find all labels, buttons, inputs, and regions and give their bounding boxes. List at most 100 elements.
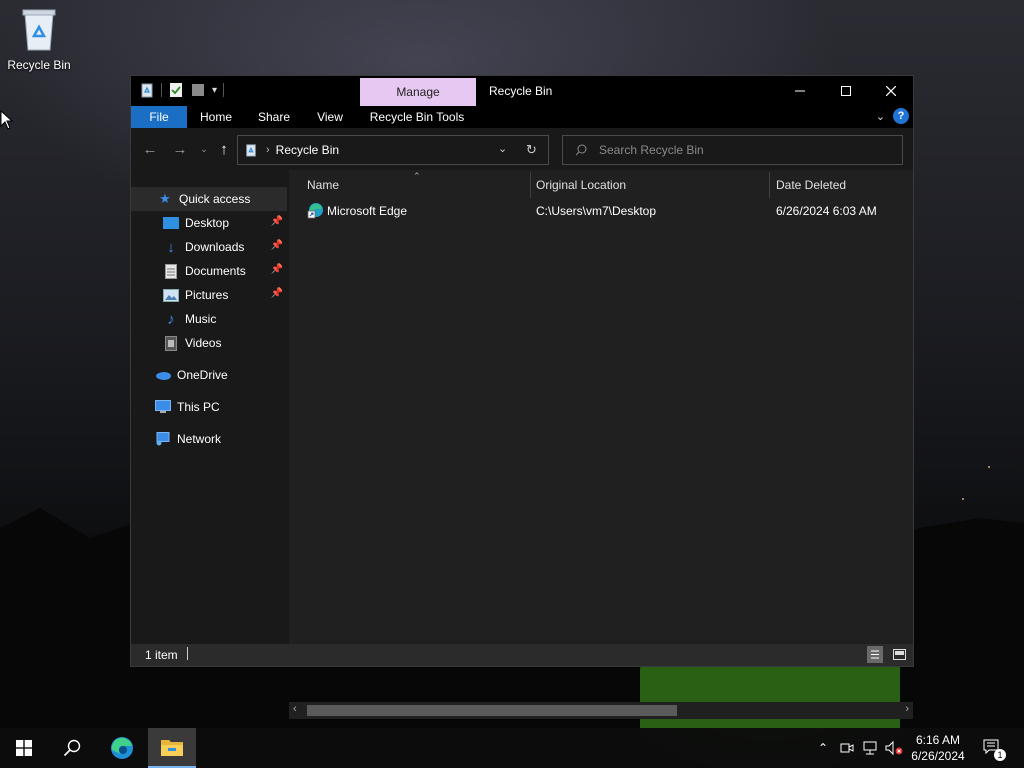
- camera-icon: [840, 743, 854, 753]
- sidebar-item-network[interactable]: Network: [131, 427, 287, 451]
- system-clock[interactable]: 6:16 AM 6/26/2024: [906, 732, 970, 764]
- meet-now-button[interactable]: [838, 728, 856, 768]
- recycle-bin-desktop-icon[interactable]: Recycle Bin: [4, 6, 74, 72]
- details-view-button[interactable]: [867, 646, 883, 663]
- taskbar: ⌃ 6:16 AM 6/26/2024 1: [0, 728, 1024, 768]
- sidebar-item-label: Network: [177, 432, 222, 446]
- help-icon[interactable]: ?: [893, 108, 909, 124]
- breadcrumb-separator-icon: ›: [266, 144, 270, 156]
- title-bar[interactable]: ▾ Manage Recycle Bin: [131, 76, 913, 106]
- horizontal-scrollbar[interactable]: ‹ ›: [289, 702, 913, 719]
- large-icons-view-button[interactable]: [891, 646, 907, 663]
- sidebar-item-downloads[interactable]: ↓ Downloads 📌: [131, 235, 287, 259]
- sidebar-item-onedrive[interactable]: OneDrive: [131, 363, 287, 387]
- expand-ribbon-chevron-icon[interactable]: ⌄: [876, 110, 885, 123]
- recent-locations-button[interactable]: ⌄: [195, 140, 213, 158]
- column-divider[interactable]: [530, 172, 531, 198]
- tab-recycle-bin-tools[interactable]: Recycle Bin Tools: [363, 106, 471, 128]
- navigation-bar: ← → ⌄ ↑ › Recycle Bin ⌄ ↻ Search Recycle…: [131, 128, 913, 170]
- minimize-icon: [795, 90, 805, 92]
- start-button[interactable]: [0, 728, 48, 768]
- maximize-icon: [841, 86, 851, 96]
- file-explorer-taskbar-button[interactable]: [148, 728, 196, 768]
- download-arrow-icon: ↓: [167, 238, 175, 256]
- customize-toolbar-chevron-icon[interactable]: ▾: [212, 85, 217, 96]
- document-icon: [163, 263, 179, 279]
- new-folder-icon[interactable]: [190, 82, 206, 98]
- video-icon: [163, 335, 179, 351]
- window-title: Recycle Bin: [489, 84, 553, 98]
- sidebar-item-this-pc[interactable]: This PC: [131, 395, 287, 419]
- scroll-left-icon[interactable]: ‹: [293, 703, 297, 715]
- pin-icon: 📌: [270, 264, 283, 275]
- large-icons-view-icon: [892, 649, 906, 660]
- up-arrow-icon: ↑: [220, 140, 228, 158]
- column-header-date-deleted[interactable]: Date Deleted: [776, 170, 906, 200]
- tab-home[interactable]: Home: [195, 106, 237, 128]
- network-ethernet-icon: [863, 741, 877, 755]
- computer-icon: [155, 399, 171, 415]
- sidebar-item-label: Videos: [185, 336, 222, 350]
- sidebar-item-pictures[interactable]: Pictures 📌: [131, 283, 287, 307]
- table-row[interactable]: Microsoft Edge C:\Users\vm7\Desktop 6/26…: [303, 200, 903, 222]
- sidebar-item-label: This PC: [177, 400, 220, 414]
- tab-manage[interactable]: Manage: [360, 78, 476, 106]
- chevron-down-icon: ⌄: [200, 143, 208, 154]
- address-text: Recycle Bin: [275, 143, 340, 157]
- star-icon: ★: [159, 191, 171, 206]
- search-box[interactable]: Search Recycle Bin: [562, 135, 903, 165]
- scroll-right-icon[interactable]: ›: [905, 703, 909, 715]
- edge-shortcut-icon: [307, 203, 323, 219]
- sidebar-item-label: OneDrive: [177, 368, 228, 382]
- file-date-deleted: 6/26/2024 6:03 AM: [776, 204, 877, 218]
- sidebar-item-music[interactable]: ♪ Music: [131, 307, 287, 331]
- sidebar-item-label: Documents: [185, 264, 246, 278]
- column-header-original-location[interactable]: Original Location: [536, 170, 766, 200]
- network-icon: [155, 431, 171, 447]
- forward-button[interactable]: →: [171, 140, 189, 158]
- refresh-icon[interactable]: ↻: [526, 142, 537, 158]
- recycle-bin-small-icon: [141, 83, 153, 98]
- network-tray-button[interactable]: [861, 728, 881, 768]
- pin-icon: 📌: [270, 240, 283, 251]
- pin-icon: 📌: [270, 288, 283, 299]
- recycle-bin-address-icon: [246, 144, 256, 157]
- action-center-button[interactable]: 1: [978, 728, 1008, 768]
- navigation-pane: ★ Quick access Desktop 📌 ↓ Downloads 📌 D…: [131, 170, 289, 644]
- properties-icon[interactable]: [168, 82, 184, 98]
- volume-muted-icon: [885, 741, 903, 755]
- notification-count-badge: 1: [994, 749, 1006, 761]
- address-dropdown-icon[interactable]: ⌄: [498, 142, 507, 155]
- back-button[interactable]: ←: [141, 140, 159, 158]
- ribbon-tabs: File Home Share View Recycle Bin Tools ⌄…: [131, 106, 913, 128]
- up-button[interactable]: ↑: [215, 140, 233, 158]
- tab-file[interactable]: File: [131, 106, 187, 128]
- address-bar[interactable]: › Recycle Bin ⌄ ↻: [237, 135, 549, 165]
- minimize-button[interactable]: [777, 76, 823, 106]
- clock-time: 6:16 AM: [915, 733, 961, 747]
- back-arrow-icon: ←: [142, 140, 158, 158]
- scrollbar-thumb[interactable]: [307, 705, 677, 716]
- sidebar-item-quick-access[interactable]: ★ Quick access: [131, 187, 287, 211]
- sidebar-item-documents[interactable]: Documents 📌: [131, 259, 287, 283]
- volume-button[interactable]: [884, 728, 904, 768]
- search-button[interactable]: [48, 728, 96, 768]
- file-name: Microsoft Edge: [327, 204, 408, 218]
- pictures-icon: [163, 287, 179, 303]
- recycle-bin-desktop-label: Recycle Bin: [7, 58, 71, 72]
- sidebar-item-desktop[interactable]: Desktop 📌: [131, 211, 287, 235]
- search-input[interactable]: Search Recycle Bin: [599, 143, 704, 157]
- column-divider[interactable]: [769, 172, 770, 198]
- tab-view[interactable]: View: [311, 106, 349, 128]
- column-header-name[interactable]: Name: [307, 170, 527, 200]
- forward-arrow-icon: →: [172, 140, 188, 158]
- maximize-button[interactable]: [823, 76, 869, 106]
- tab-share[interactable]: Share: [253, 106, 295, 128]
- status-divider: [187, 647, 188, 660]
- clock-date: 6/26/2024: [911, 749, 965, 763]
- edge-taskbar-button[interactable]: [98, 728, 146, 768]
- show-hidden-icons-button[interactable]: ⌃: [814, 728, 832, 768]
- close-button[interactable]: [868, 76, 914, 106]
- sidebar-item-videos[interactable]: Videos: [131, 331, 287, 355]
- folder-icon: [161, 740, 183, 756]
